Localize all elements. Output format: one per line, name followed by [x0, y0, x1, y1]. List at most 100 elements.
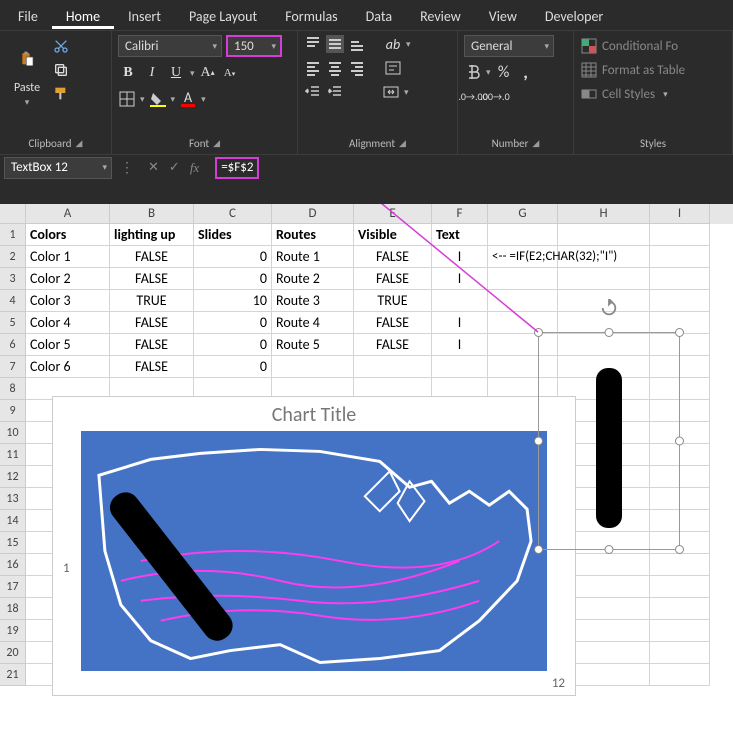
col-header[interactable]: A — [26, 204, 110, 224]
cell[interactable]: Route 2 — [272, 268, 354, 290]
fill-color-icon[interactable] — [149, 90, 167, 108]
cell[interactable] — [558, 224, 650, 246]
tab-page-layout[interactable]: Page Layout — [175, 2, 271, 29]
cell[interactable] — [272, 356, 354, 378]
font-size-combo[interactable]: 150▾ — [226, 35, 282, 57]
align-left-icon[interactable] — [304, 59, 322, 77]
cell[interactable]: TRUE — [354, 290, 432, 312]
tab-formulas[interactable]: Formulas — [271, 2, 351, 29]
copy-icon[interactable] — [52, 61, 70, 79]
dialog-launcher-icon[interactable]: ◢ — [399, 138, 406, 149]
cell[interactable]: FALSE — [110, 268, 194, 290]
dialog-launcher-icon[interactable]: ◢ — [213, 138, 220, 149]
cell[interactable] — [354, 356, 432, 378]
tab-review[interactable]: Review — [406, 2, 475, 29]
cell[interactable]: Color 5 — [26, 334, 110, 356]
align-top-icon[interactable] — [304, 35, 322, 53]
row-header[interactable]: 15 — [0, 532, 26, 554]
resize-handle[interactable] — [534, 328, 543, 337]
cell[interactable] — [650, 642, 710, 664]
cell[interactable]: Visible — [354, 224, 432, 246]
cell[interactable] — [650, 598, 710, 620]
cell[interactable] — [558, 246, 650, 268]
resize-handle[interactable] — [534, 437, 543, 446]
row-header[interactable]: 19 — [0, 620, 26, 642]
row-header[interactable]: 2 — [0, 246, 26, 268]
font-color-icon[interactable]: A — [179, 89, 197, 109]
resize-handle[interactable] — [605, 545, 614, 554]
merge-center-icon[interactable] — [382, 83, 400, 101]
cell[interactable] — [650, 268, 710, 290]
row-header[interactable]: 5 — [0, 312, 26, 334]
col-header[interactable]: F — [432, 204, 488, 224]
cell[interactable]: Route 5 — [272, 334, 354, 356]
col-header[interactable]: E — [354, 204, 432, 224]
font-name-combo[interactable]: Calibri▾ — [118, 35, 222, 57]
cell[interactable]: I — [432, 334, 488, 356]
col-header[interactable]: G — [488, 204, 558, 224]
embedded-chart[interactable]: Chart Title 1 12 — [52, 396, 576, 696]
accept-formula-icon[interactable]: ✓ — [169, 160, 180, 175]
cell[interactable]: FALSE — [110, 334, 194, 356]
options-icon[interactable]: ⋮ — [118, 159, 136, 177]
align-middle-icon[interactable] — [326, 35, 344, 53]
align-center-icon[interactable] — [326, 59, 344, 77]
bold-button[interactable]: B — [118, 63, 138, 83]
row-header[interactable]: 7 — [0, 356, 26, 378]
cell[interactable]: I — [432, 312, 488, 334]
cell[interactable]: 0 — [194, 356, 272, 378]
row-header[interactable]: 6 — [0, 334, 26, 356]
cell[interactable]: 0 — [194, 334, 272, 356]
cell[interactable]: Route 3 — [272, 290, 354, 312]
row-header[interactable]: 12 — [0, 466, 26, 488]
cell[interactable] — [488, 312, 558, 334]
row-header[interactable]: 16 — [0, 554, 26, 576]
row-header[interactable]: 21 — [0, 664, 26, 686]
cell[interactable]: Routes — [272, 224, 354, 246]
cell[interactable]: FALSE — [354, 334, 432, 356]
percent-icon[interactable]: % — [495, 63, 513, 81]
cell[interactable] — [650, 576, 710, 598]
cell[interactable]: 0 — [194, 268, 272, 290]
tab-data[interactable]: Data — [352, 2, 406, 29]
resize-handle[interactable] — [675, 328, 684, 337]
row-header[interactable]: 8 — [0, 378, 26, 400]
cell[interactable]: I — [432, 268, 488, 290]
cell[interactable]: FALSE — [354, 268, 432, 290]
cell[interactable] — [650, 246, 710, 268]
plot-area[interactable] — [81, 431, 547, 671]
cell[interactable]: Text — [432, 224, 488, 246]
cell[interactable] — [558, 268, 650, 290]
col-header[interactable]: C — [194, 204, 272, 224]
orientation-icon[interactable]: ab — [384, 35, 402, 53]
row-header[interactable]: 10 — [0, 422, 26, 444]
cell[interactable]: Colors — [26, 224, 110, 246]
align-right-icon[interactable] — [348, 59, 366, 77]
tab-developer[interactable]: Developer — [531, 2, 617, 29]
conditional-formatting-button[interactable]: Conditional Fo — [580, 37, 678, 55]
cell[interactable]: Color 1 — [26, 246, 110, 268]
col-header[interactable]: H — [558, 204, 650, 224]
cell[interactable]: I — [432, 246, 488, 268]
tab-home[interactable]: Home — [52, 2, 114, 29]
decrease-indent-icon[interactable] — [304, 83, 322, 101]
decrease-font-icon[interactable]: A▾ — [221, 64, 239, 82]
cell[interactable]: TRUE — [110, 290, 194, 312]
cell[interactable]: 0 — [194, 246, 272, 268]
cell[interactable]: lighting up — [110, 224, 194, 246]
formula-input[interactable]: =$F$2 — [211, 157, 729, 179]
number-format-combo[interactable]: General▾ — [464, 35, 554, 57]
row-header[interactable]: 3 — [0, 268, 26, 290]
row-header[interactable]: 20 — [0, 642, 26, 664]
row-header[interactable]: 18 — [0, 598, 26, 620]
cell[interactable]: Color 6 — [26, 356, 110, 378]
comma-icon[interactable]: , — [517, 63, 535, 81]
wrap-text-icon[interactable] — [384, 59, 402, 77]
cell[interactable]: Slides — [194, 224, 272, 246]
resize-handle[interactable] — [605, 328, 614, 337]
fx-icon[interactable]: fx — [190, 160, 199, 176]
decrease-decimal-icon[interactable]: .00→.0 — [486, 87, 504, 105]
row-header[interactable]: 11 — [0, 444, 26, 466]
cell[interactable]: Color 2 — [26, 268, 110, 290]
dialog-launcher-icon[interactable]: ◢ — [76, 138, 83, 149]
